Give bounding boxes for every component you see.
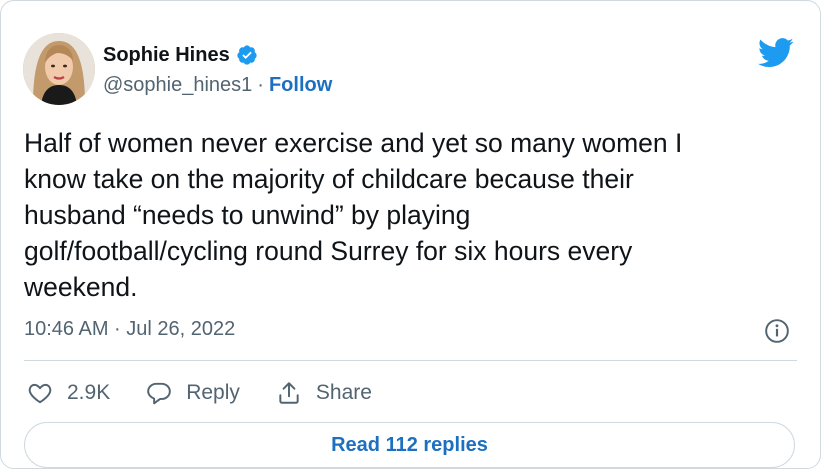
reply-button[interactable]: Reply [146, 380, 240, 406]
tweet-timestamp[interactable]: 10:46 AM · Jul 26, 2022 [24, 318, 235, 341]
speech-bubble-icon [147, 382, 172, 405]
author-handle-row: @sophie_hines1 · Follow [103, 74, 332, 97]
reply-label: Reply [186, 381, 240, 404]
action-bar: 2.9K Reply Share [27, 375, 408, 411]
info-icon[interactable] [764, 318, 790, 344]
verified-badge-icon [237, 45, 257, 65]
share-label: Share [315, 381, 372, 404]
separator-dot: · [257, 74, 264, 96]
like-count: 2.9K [67, 381, 111, 404]
tweet-text: Half of women never exercise and yet so … [24, 128, 683, 302]
divider [24, 360, 797, 361]
like-button[interactable]: 2.9K [27, 380, 110, 406]
avatar[interactable] [23, 33, 95, 105]
author-name-row: Sophie Hines [103, 42, 258, 68]
read-replies-button[interactable]: Read 112 replies [24, 422, 795, 468]
share-icon [279, 382, 299, 404]
twitter-bird-icon[interactable] [758, 37, 794, 69]
follow-button[interactable]: Follow [269, 74, 332, 97]
tweet-card: Sophie Hines @sophie_hines1 · Follow Hal… [0, 0, 821, 469]
avatar-image [23, 33, 95, 105]
heart-icon [28, 383, 52, 404]
author-handle[interactable]: @sophie_hines1 [103, 74, 252, 97]
author-name[interactable]: Sophie Hines [103, 44, 230, 67]
share-button[interactable]: Share [276, 380, 372, 406]
